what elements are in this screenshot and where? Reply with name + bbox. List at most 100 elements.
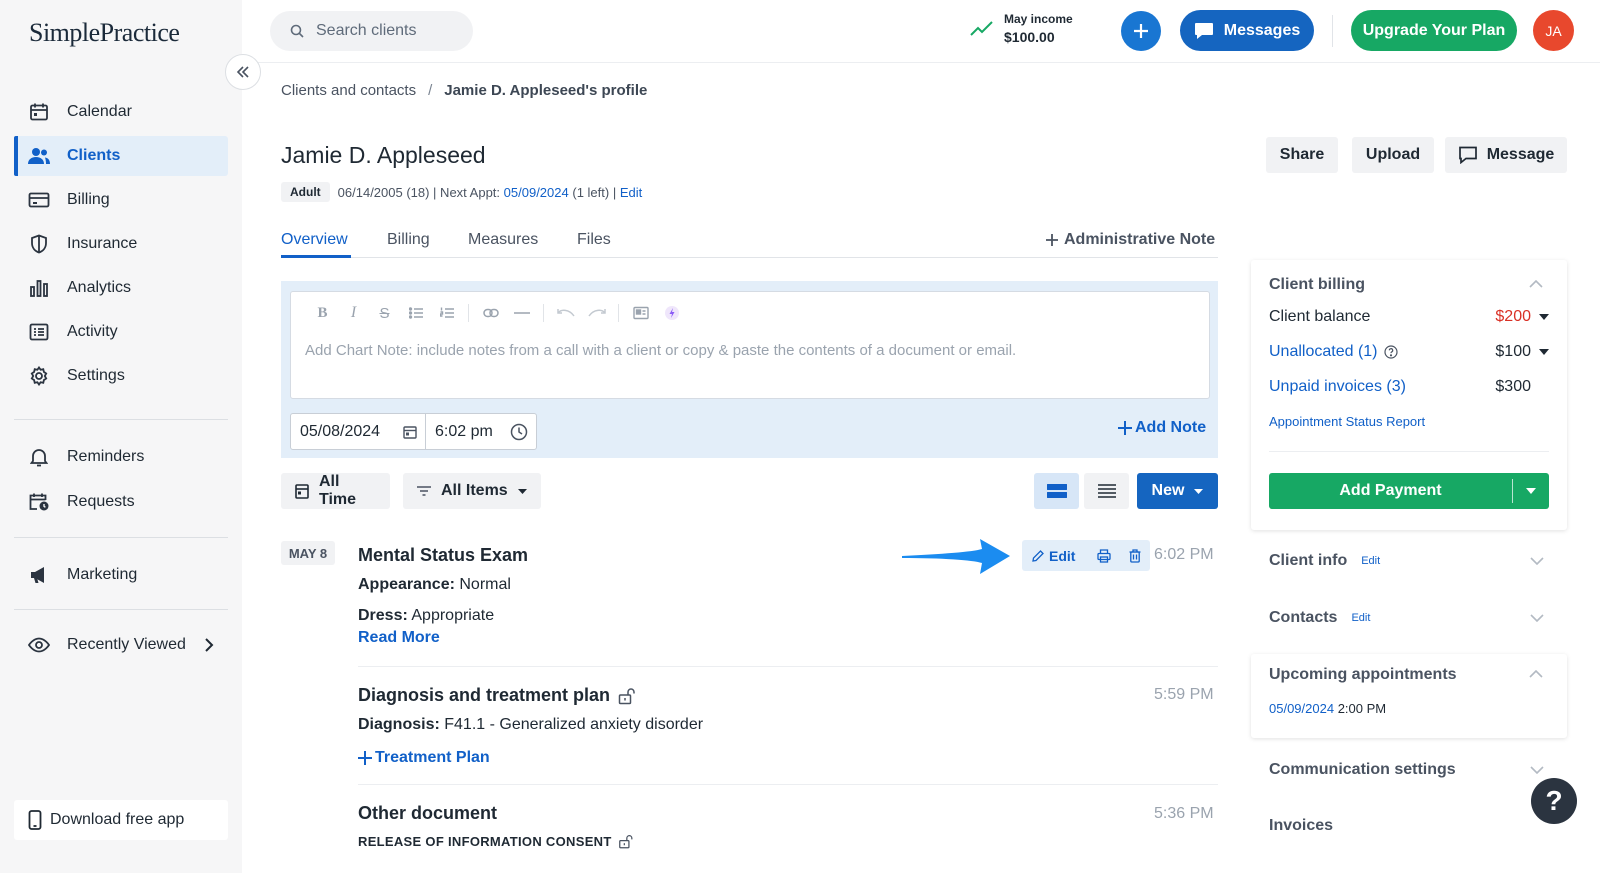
list-view-toggle[interactable]	[1084, 473, 1129, 509]
sidebar-item-billing[interactable]: Billing	[14, 180, 228, 220]
upcoming-date-link[interactable]: 05/09/2024	[1269, 701, 1334, 716]
client-info-section[interactable]: Client info Edit	[1269, 552, 1380, 570]
entry-subtitle-row: RELEASE OF INFORMATION CONSENT	[358, 834, 634, 849]
unallocated-value: $100	[1495, 343, 1531, 360]
edit-entry-button[interactable]: Edit	[1022, 540, 1088, 571]
chevron-down-icon[interactable]	[1530, 614, 1544, 622]
sidebar-item-calendar[interactable]: Calendar	[14, 92, 228, 132]
edit-client-link[interactable]: Edit	[620, 185, 642, 200]
chevron-down-icon[interactable]	[1530, 766, 1544, 774]
chevron-down-icon[interactable]	[1530, 557, 1544, 565]
sidebar: SimplePractice Calendar Clients Billing …	[0, 0, 242, 873]
field-label: Diagnosis:	[358, 716, 440, 733]
template-icon[interactable]	[625, 302, 656, 324]
time-filter-button[interactable]: All Time	[281, 473, 390, 509]
upload-button[interactable]: Upload	[1352, 137, 1434, 173]
sidebar-item-settings[interactable]: Settings	[14, 356, 228, 396]
edit-client-info-link[interactable]: Edit	[1361, 555, 1380, 567]
filter-icon	[417, 486, 431, 496]
sidebar-item-analytics[interactable]: Analytics	[14, 268, 228, 308]
help-circle-icon[interactable]	[1383, 345, 1398, 359]
plus-icon	[1046, 234, 1058, 246]
card-view-toggle[interactable]	[1034, 473, 1079, 509]
sidebar-item-recently-viewed[interactable]: Recently Viewed	[14, 625, 228, 665]
download-app-label: Download free app	[50, 811, 185, 828]
balance-dropdown[interactable]: $200	[1495, 308, 1549, 326]
tab-files[interactable]: Files	[577, 231, 611, 249]
sidebar-item-marketing[interactable]: Marketing	[14, 555, 228, 595]
field-value: F41.1 - Generalized anxiety disorder	[444, 716, 704, 733]
monthly-income[interactable]: May income $100.00	[970, 12, 1073, 45]
undo-icon[interactable]	[550, 302, 581, 324]
add-note-button[interactable]: Add Note	[1118, 419, 1206, 437]
tab-measures[interactable]: Measures	[468, 231, 538, 249]
note-time-field[interactable]: 6:02 pm	[426, 414, 536, 449]
entry-title[interactable]: Other document	[358, 803, 497, 824]
treatment-plan-label: Treatment Plan	[375, 749, 490, 766]
collapse-sidebar-button[interactable]	[225, 54, 261, 90]
arrow-annotation	[902, 539, 1010, 574]
breadcrumb-parent[interactable]: Clients and contacts	[281, 82, 416, 99]
chart-note-editor[interactable]: B I S Add Chart Note: include notes from…	[290, 291, 1210, 399]
bell-icon	[28, 446, 50, 468]
sidebar-item-reminders[interactable]: Reminders	[14, 437, 228, 477]
add-payment-button[interactable]: Add Payment	[1269, 473, 1549, 509]
message-icon	[1458, 146, 1478, 164]
appointment-status-report-link[interactable]: Appointment Status Report	[1269, 414, 1425, 429]
italic-icon[interactable]: I	[338, 302, 369, 324]
invoices-section[interactable]: Invoices	[1269, 817, 1333, 835]
caret-down-icon[interactable]	[1513, 488, 1549, 494]
entry-title[interactable]: Mental Status Exam	[358, 545, 528, 566]
bold-icon[interactable]: B	[307, 302, 338, 324]
sidebar-item-clients[interactable]: Clients	[14, 136, 228, 176]
double-chevron-left-icon	[236, 66, 250, 78]
download-app-button[interactable]: Download free app	[14, 800, 228, 840]
chevron-up-icon[interactable]	[1529, 280, 1543, 288]
calendar-icon	[403, 425, 417, 439]
sidebar-item-requests[interactable]: Requests	[14, 482, 228, 522]
communication-settings-section[interactable]: Communication settings	[1269, 761, 1456, 779]
unallocated-dropdown[interactable]: $100	[1495, 343, 1549, 361]
sidebar-item-activity[interactable]: Activity	[14, 312, 228, 352]
upgrade-plan-button[interactable]: Upgrade Your Plan	[1351, 10, 1517, 51]
breadcrumb-separator: /	[428, 82, 433, 99]
unallocated-link[interactable]: Unallocated (1)	[1269, 343, 1378, 361]
share-button[interactable]: Share	[1266, 137, 1338, 173]
message-button[interactable]: Message	[1445, 137, 1567, 173]
add-administrative-note-button[interactable]: Administrative Note	[1046, 231, 1215, 249]
sidebar-item-insurance[interactable]: Insurance	[14, 224, 228, 264]
bullet-list-icon[interactable]	[400, 302, 431, 324]
horizontal-rule-icon[interactable]	[506, 302, 537, 324]
ai-assist-icon[interactable]	[656, 302, 687, 324]
chevron-up-icon[interactable]	[1529, 670, 1543, 678]
messages-button[interactable]: Messages	[1180, 10, 1314, 51]
note-date-field[interactable]: 05/08/2024	[291, 414, 426, 449]
add-treatment-plan-link[interactable]: Treatment Plan	[358, 749, 490, 767]
caret-down-icon	[1194, 488, 1204, 494]
tab-overview[interactable]: Overview	[281, 231, 348, 249]
next-appt-link[interactable]: 05/09/2024	[504, 185, 569, 200]
print-entry-button[interactable]	[1088, 540, 1119, 571]
tabs-border	[281, 257, 1218, 258]
help-button[interactable]: ?	[1531, 778, 1577, 824]
contacts-section[interactable]: Contacts Edit	[1269, 609, 1370, 627]
entry-title: Diagnosis and treatment plan	[358, 685, 611, 705]
new-document-button[interactable]: New	[1137, 473, 1218, 509]
entry-title-row[interactable]: Diagnosis and treatment plan	[358, 685, 636, 706]
create-new-button[interactable]	[1121, 11, 1161, 51]
redo-icon[interactable]	[581, 302, 612, 324]
unpaid-invoices-link[interactable]: Unpaid invoices (3)	[1269, 378, 1406, 396]
tab-billing[interactable]: Billing	[387, 231, 430, 249]
strikethrough-icon[interactable]: S	[369, 302, 400, 324]
megaphone-icon	[28, 564, 50, 586]
edit-contacts-link[interactable]: Edit	[1351, 612, 1370, 624]
breadcrumb: Clients and contacts / Jamie D. Appleseed'…	[281, 82, 647, 99]
avatar[interactable]: JA	[1533, 10, 1574, 51]
read-more-link[interactable]: Read More	[358, 629, 440, 647]
search-input[interactable]: Search clients	[270, 11, 473, 51]
items-filter-button[interactable]: All Items	[403, 473, 541, 509]
delete-entry-button[interactable]	[1119, 540, 1150, 571]
numbered-list-icon[interactable]	[431, 302, 462, 324]
link-icon[interactable]	[475, 302, 506, 324]
calendar-clock-icon	[28, 491, 50, 513]
